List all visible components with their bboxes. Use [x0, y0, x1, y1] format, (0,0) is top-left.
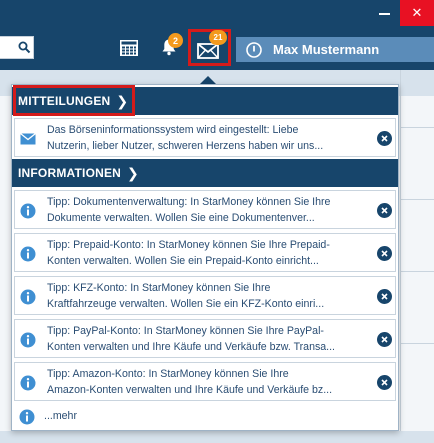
info-text: Tipp: Amazon-Konto: In StarMoney können …	[47, 366, 367, 398]
info-item[interactable]: Tipp: Dokumentenverwaltung: In StarMoney…	[14, 190, 396, 229]
calculator-button[interactable]	[117, 37, 141, 59]
info-item[interactable]: Tipp: PayPal-Konto: In StarMoney können …	[14, 319, 396, 358]
info-line-2: Konten verwalten und Ihre Käufe und Verk…	[47, 341, 335, 353]
search-button[interactable]	[14, 37, 34, 58]
dismiss-button[interactable]	[377, 332, 392, 347]
minimize-button[interactable]	[368, 0, 400, 26]
message-text: Das Börseninformationssystem wird einges…	[47, 122, 367, 154]
window-controls: ✕	[368, 0, 434, 26]
info-line-1: Tipp: Prepaid-Konto: In StarMoney können…	[47, 239, 330, 251]
background-divider	[400, 271, 434, 272]
informationen-header[interactable]: INFORMATIONEN ❯	[12, 159, 398, 187]
search-icon	[18, 41, 30, 54]
close-icon	[381, 250, 388, 257]
info-item[interactable]: Tipp: Prepaid-Konto: In StarMoney können…	[14, 233, 396, 272]
info-text: Tipp: KFZ-Konto: In StarMoney können Sie…	[47, 280, 367, 312]
info-line-2: Konten verwalten. Wollen Sie ein Prepaid…	[47, 255, 319, 267]
info-icon	[20, 332, 36, 348]
background-footer	[0, 431, 434, 443]
close-icon	[381, 336, 388, 343]
close-window-button[interactable]: ✕	[400, 0, 434, 26]
info-text: Tipp: Dokumentenverwaltung: In StarMoney…	[47, 194, 367, 226]
info-icon	[19, 409, 35, 425]
close-icon	[381, 135, 388, 142]
info-icon	[20, 203, 36, 219]
close-icon	[381, 207, 388, 214]
messages-popup: MITTEILUNGEN ❯ Das Börseninformationssys…	[11, 84, 399, 431]
more-link[interactable]: ...mehr	[44, 410, 77, 422]
background-divider	[400, 127, 434, 128]
chevron-right-icon: ❯	[127, 164, 139, 181]
info-line-1: Tipp: KFZ-Konto: In StarMoney können Sie…	[47, 282, 271, 294]
background-divider	[400, 199, 434, 200]
close-window-icon: ✕	[411, 5, 423, 20]
message-line-2: Nutzerin, lieber Nutzer, schweren Herzen…	[47, 140, 324, 152]
background-divider	[400, 343, 434, 344]
info-line-1: Tipp: Amazon-Konto: In StarMoney können …	[47, 368, 289, 380]
message-item[interactable]: Das Börseninformationssystem wird einges…	[14, 118, 396, 157]
info-line-2: Dokumente verwalten. Wollen Sie eine Dok…	[47, 212, 315, 224]
info-text: Tipp: PayPal-Konto: In StarMoney können …	[47, 323, 367, 355]
info-text: Tipp: Prepaid-Konto: In StarMoney können…	[47, 237, 367, 269]
calculator-icon	[120, 40, 138, 56]
user-name: Max Mustermann	[273, 42, 380, 57]
user-profile-button[interactable]: Max Mustermann	[236, 37, 434, 62]
dismiss-button[interactable]	[377, 375, 392, 390]
minimize-icon	[378, 13, 390, 15]
info-icon	[20, 289, 36, 305]
info-line-2: Kraftfahrzeuge verwalten. Wollen Sie ein…	[47, 298, 325, 310]
info-item[interactable]: Tipp: KFZ-Konto: In StarMoney können Sie…	[14, 276, 396, 315]
notification-count-badge: 2	[168, 33, 183, 48]
dismiss-button[interactable]	[377, 131, 392, 146]
background-divider	[400, 70, 401, 443]
info-line-1: Tipp: Dokumentenverwaltung: In StarMoney…	[47, 196, 331, 208]
message-count-badge: 21	[209, 30, 227, 45]
info-icon	[20, 375, 36, 391]
power-icon	[246, 41, 262, 58]
info-icon	[20, 246, 36, 262]
dismiss-button[interactable]	[377, 203, 392, 218]
info-line-1: Tipp: PayPal-Konto: In StarMoney können …	[47, 325, 324, 337]
info-item[interactable]: Tipp: Amazon-Konto: In StarMoney können …	[14, 362, 396, 401]
close-icon	[381, 293, 388, 300]
info-line-2: Amazon-Konten verwalten und Ihre Käufe u…	[47, 384, 333, 396]
envelope-icon	[20, 132, 36, 145]
close-icon	[381, 379, 388, 386]
message-line-1: Das Börseninformationssystem wird einges…	[47, 124, 299, 136]
informationen-label: INFORMATIONEN	[18, 166, 122, 180]
mitteilungen-highlight	[13, 85, 135, 116]
dismiss-button[interactable]	[377, 289, 392, 304]
dismiss-button[interactable]	[377, 246, 392, 261]
